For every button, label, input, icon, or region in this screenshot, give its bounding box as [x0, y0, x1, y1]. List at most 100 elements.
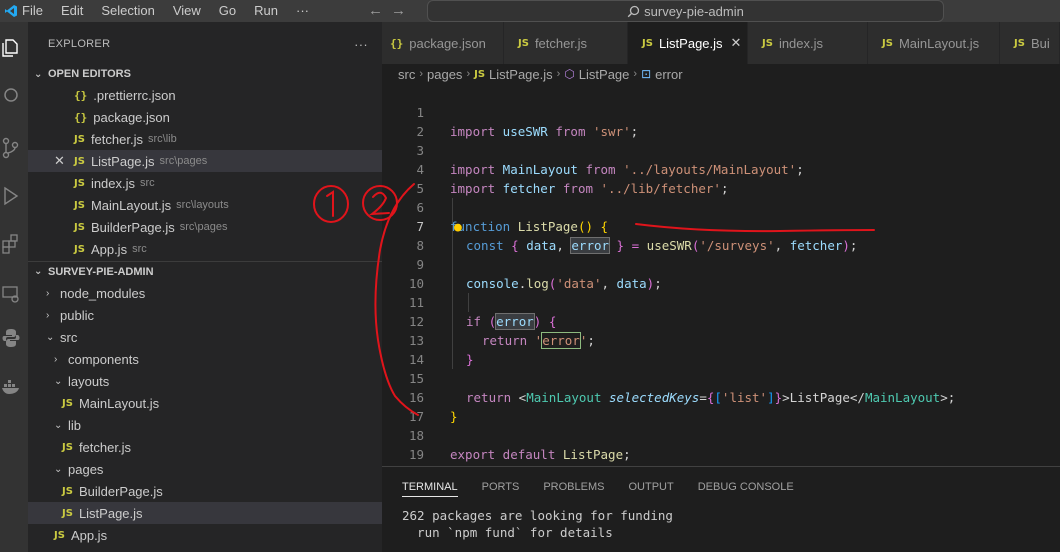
tab-listpage-js[interactable]: JS ListPage.js ✕ — [628, 22, 748, 64]
breadcrumb-item[interactable]: src — [398, 67, 415, 82]
explorer-title: EXPLORER — [48, 38, 111, 50]
open-editor-item[interactable]: {} package.json — [28, 106, 382, 128]
menu-view[interactable]: View — [164, 0, 210, 22]
open-editor-item[interactable]: JS fetcher.js src\lib — [28, 128, 382, 150]
back-arrow-icon[interactable]: ← — [368, 0, 383, 22]
tab-label: Bui — [1030, 35, 1050, 51]
tree-folder-label: layouts — [68, 373, 110, 389]
open-editor-item[interactable]: JS BuilderPage.js src\pages — [28, 216, 382, 238]
js-file-icon: JS — [1014, 37, 1025, 49]
command-center-search[interactable]: survey-pie-admin — [427, 0, 944, 22]
open-editor-item[interactable]: JS index.js src — [28, 172, 382, 194]
breadcrumb-item[interactable]: ListPage — [579, 67, 630, 82]
js-file-icon: JS — [54, 529, 65, 541]
tree-file[interactable]: JS App.js — [28, 524, 382, 546]
open-editor-path: src — [132, 243, 147, 255]
tree-file-active[interactable]: JS ListPage.js — [28, 502, 382, 524]
explorer-more-actions-icon[interactable]: ··· — [354, 37, 368, 52]
menu-file[interactable]: File — [22, 0, 52, 22]
tab-index-js[interactable]: JS index.js — [748, 22, 868, 64]
js-file-icon: JS — [74, 199, 85, 211]
search-icon — [627, 5, 640, 17]
tree-folder[interactable]: ⌄ layouts — [28, 370, 382, 392]
chevron-right-icon: › — [419, 68, 424, 80]
terminal-output-line: 262 packages are looking for funding — [402, 508, 673, 523]
chevron-down-icon: ⌄ — [54, 375, 63, 387]
project-label: SURVEY-PIE-ADMIN — [48, 265, 154, 278]
menu-edit[interactable]: Edit — [52, 0, 92, 22]
code-line: 1 import useSWR from 'swr'; — [382, 84, 1060, 139]
remote-explorer-icon[interactable] — [0, 278, 28, 310]
tree-file[interactable]: JS fetcher.js — [28, 436, 382, 458]
tab-label: ListPage.js — [658, 35, 723, 51]
menu-selection[interactable]: Selection — [92, 0, 163, 22]
chevron-down-icon: ⌄ — [34, 266, 43, 277]
open-editor-item[interactable]: {} .prettierrc.json — [28, 84, 382, 106]
tree-file-label: BuilderPage.js — [78, 483, 163, 499]
tree-folder[interactable]: › public — [28, 304, 382, 326]
code-line: 2 — [382, 103, 1060, 139]
tree-folder[interactable]: ⌄ src — [28, 326, 382, 348]
json-file-icon: {} — [390, 36, 404, 50]
run-debug-icon[interactable] — [0, 180, 28, 212]
forward-arrow-icon[interactable]: → — [391, 0, 406, 22]
open-editor-item-active[interactable]: ✕ JS ListPage.js src\pages — [28, 150, 382, 172]
code-line-current: 7 const { data, error } = useSWR('/surve… — [382, 198, 1060, 254]
tab-mainlayout-js[interactable]: JS MainLayout.js — [868, 22, 1000, 64]
chevron-down-icon: ⌄ — [46, 331, 55, 343]
docker-icon[interactable] — [0, 370, 28, 402]
tree-file[interactable]: JS BuilderPage.js — [28, 480, 382, 502]
menu-go[interactable]: Go — [210, 0, 245, 22]
tab-builderpage-js[interactable]: JS Bui — [1000, 22, 1060, 64]
tab-problems[interactable]: PROBLEMS — [543, 481, 604, 493]
title-bar: File Edit Selection View Go Run ··· ← → … — [0, 0, 1060, 22]
code-line: 16 } — [382, 369, 1060, 424]
nav-arrows: ← → — [368, 0, 406, 22]
tab-fetcher-js[interactable]: JS fetcher.js — [504, 22, 628, 64]
project-section[interactable]: ⌄ SURVEY-PIE-ADMIN — [28, 261, 382, 281]
tab-ports[interactable]: PORTS — [482, 481, 520, 493]
open-editor-path: src\pages — [179, 221, 228, 233]
code-editor[interactable]: 1 import useSWR from 'swr'; 2 3 import M… — [382, 84, 1060, 466]
tab-terminal[interactable]: TERMINAL — [402, 481, 458, 497]
tree-folder[interactable]: › components — [28, 348, 382, 370]
json-file-icon: {} — [74, 110, 88, 124]
breadcrumb-item[interactable]: ListPage.js — [489, 67, 553, 82]
explorer-files-icon[interactable] — [0, 32, 28, 64]
js-file-icon: JS — [882, 37, 893, 49]
chevron-right-icon: › — [54, 353, 58, 365]
js-file-icon: JS — [62, 441, 73, 453]
open-editors-label: OPEN EDITORS — [48, 68, 131, 80]
tree-folder[interactable]: ⌄ lib — [28, 414, 382, 436]
breadcrumb-item[interactable]: pages — [427, 67, 462, 82]
open-editors-section[interactable]: ⌄ OPEN EDITORS — [28, 64, 382, 84]
tab-package-json[interactable]: {} package.json — [382, 22, 504, 64]
tree-folder-label: node_modules — [60, 285, 146, 301]
extensions-icon[interactable] — [0, 228, 28, 260]
code-line: 17 — [382, 388, 1060, 424]
lightbulb-icon[interactable]: ● — [454, 218, 462, 237]
tab-debug-console[interactable]: DEBUG CONSOLE — [698, 481, 794, 493]
tree-folder[interactable]: ⌄ pages — [28, 458, 382, 480]
breadcrumb: src › pages › JS ListPage.js › ⬡ ListPag… — [382, 64, 1060, 84]
menu-run[interactable]: Run — [245, 0, 287, 22]
open-editor-item[interactable]: JS MainLayout.js src\layouts — [28, 194, 382, 216]
source-control-icon[interactable] — [0, 132, 28, 164]
activity-bar — [0, 22, 28, 552]
search-icon[interactable] — [0, 80, 28, 112]
tree-file-label: App.js — [70, 527, 108, 543]
code-line: 8 ● — [382, 217, 1060, 253]
tree-folder[interactable]: › node_modules — [28, 282, 382, 304]
js-file-icon: JS — [62, 485, 73, 497]
tree-file-label: ListPage.js — [78, 505, 143, 521]
open-editor-item[interactable]: JS App.js src — [28, 238, 382, 260]
close-icon[interactable]: ✕ — [731, 35, 742, 51]
open-editor-path: src\lib — [147, 133, 177, 145]
python-icon[interactable] — [0, 322, 28, 354]
breadcrumb-item[interactable]: error — [655, 67, 682, 82]
tab-output[interactable]: OUTPUT — [628, 481, 673, 493]
tab-label: MainLayout.js — [898, 35, 980, 51]
tree-file[interactable]: JS MainLayout.js — [28, 392, 382, 414]
menu-more[interactable]: ··· — [287, 0, 318, 22]
close-icon[interactable]: ✕ — [54, 153, 74, 169]
